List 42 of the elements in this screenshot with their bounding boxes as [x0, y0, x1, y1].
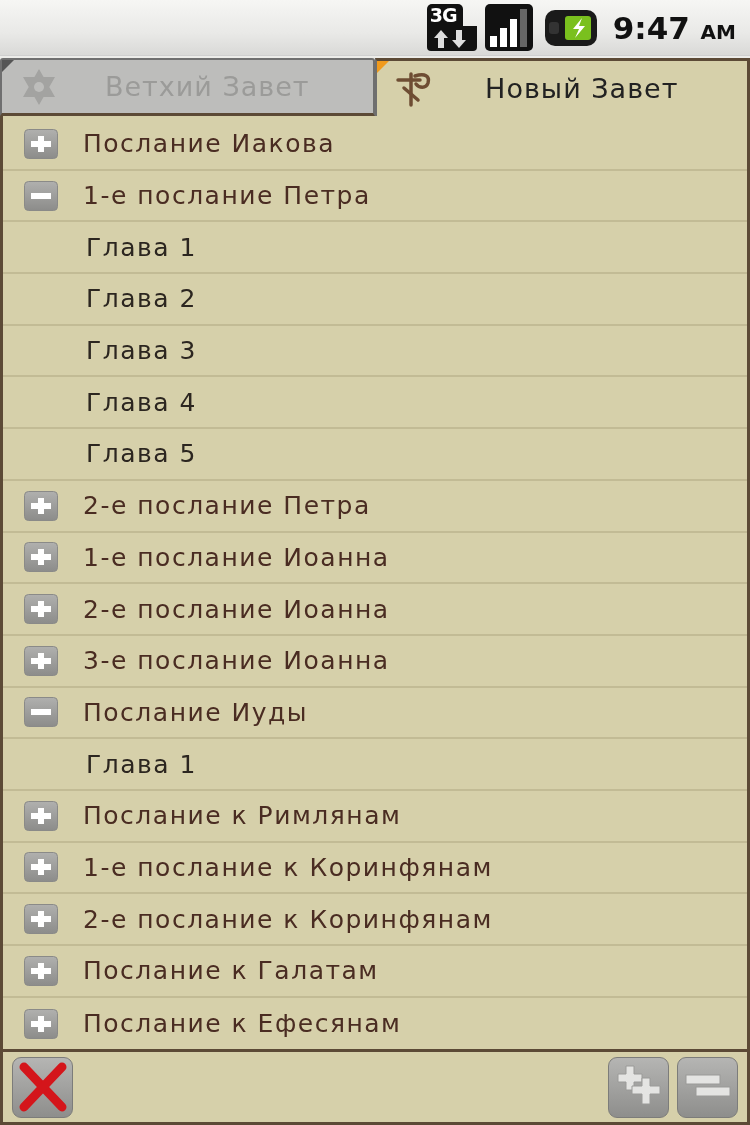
- book-item[interactable]: Послание к Ефесянам: [83, 1009, 402, 1039]
- expand-icon[interactable]: [24, 904, 58, 935]
- expand-icon[interactable]: [24, 645, 58, 676]
- data-arrows-icon: [426, 26, 477, 51]
- chapter-item[interactable]: Глава 5: [86, 439, 197, 469]
- book-item[interactable]: 1-е послание Петра: [83, 181, 371, 211]
- expand-icon[interactable]: [24, 594, 58, 625]
- book-item[interactable]: 2-е послание Петра: [83, 491, 371, 521]
- chapter-item[interactable]: Глава 1: [86, 749, 197, 779]
- collapse-icon[interactable]: [24, 697, 58, 728]
- expand-icon[interactable]: [24, 542, 58, 573]
- signal-icon: [484, 4, 533, 51]
- close-icon: [17, 1061, 68, 1113]
- expand-icon[interactable]: [24, 1008, 58, 1039]
- battery-charging-icon: [544, 9, 597, 46]
- expand-all-button[interactable]: [608, 1056, 669, 1118]
- expand-icon[interactable]: [24, 800, 58, 831]
- cross-icon: [394, 69, 433, 108]
- expand-icon[interactable]: [24, 955, 58, 986]
- book-item[interactable]: 2-е послание к Коринфянам: [83, 904, 493, 934]
- book-item[interactable]: 3-е послание Иоанна: [83, 646, 390, 676]
- expand-icon[interactable]: [24, 490, 58, 521]
- collapse-icon[interactable]: [24, 180, 58, 211]
- book-item[interactable]: 2-е послание Иоанна: [83, 594, 390, 624]
- chapter-item[interactable]: Глава 1: [86, 232, 197, 262]
- testament-tab[interactable]: Новый Завет: [374, 58, 750, 116]
- chapter-item[interactable]: Глава 3: [86, 336, 197, 366]
- close-button[interactable]: [12, 1056, 73, 1118]
- status-time: 9:47 AM: [612, 9, 736, 46]
- hexagram-icon: [20, 67, 58, 106]
- book-item[interactable]: Послание к Галатам: [83, 956, 379, 986]
- book-item[interactable]: 1-е послание Иоанна: [83, 542, 390, 572]
- book-item[interactable]: Послание Иакова: [83, 129, 336, 159]
- chapter-item[interactable]: Глава 4: [86, 387, 197, 417]
- chapter-item[interactable]: Глава 2: [86, 284, 197, 314]
- expand-icon[interactable]: [24, 128, 58, 159]
- network-type-label: 3G: [426, 4, 463, 26]
- book-item[interactable]: 1-е послание к Коринфянам: [83, 852, 493, 882]
- collapse-all-button[interactable]: [677, 1056, 738, 1118]
- expand-icon[interactable]: [24, 852, 58, 883]
- book-item[interactable]: Послание Иуды: [83, 697, 309, 727]
- book-item[interactable]: Послание к Римлянам: [83, 801, 402, 831]
